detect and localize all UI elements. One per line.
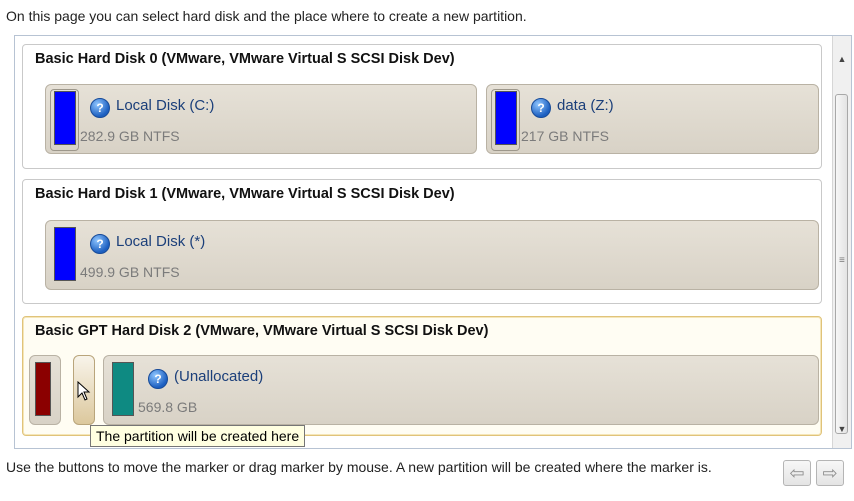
partition-label: data (Z:) [557, 97, 614, 114]
arrow-right-icon: ⇨ [822, 463, 838, 483]
new-partition-marker[interactable] [73, 355, 95, 425]
partition-size: 282.9 GB NTFS [80, 128, 180, 144]
scroll-thumb[interactable]: ≡ [835, 94, 848, 434]
disk-panel-2[interactable]: Basic GPT Hard Disk 2 (VMware, VMware Vi… [22, 316, 822, 436]
help-icon[interactable]: ? [531, 98, 551, 118]
partition-size: 569.8 GB [138, 399, 198, 415]
partition-color-strip [54, 91, 76, 145]
arrow-left-icon: ⇦ [789, 463, 805, 483]
vertical-scrollbar[interactable]: ▲ ≡ ▼ [832, 36, 851, 448]
partition-color-strip [495, 91, 517, 145]
move-marker-right-button[interactable]: ⇨ [816, 460, 844, 486]
partition-size: 217 GB NTFS [521, 128, 609, 144]
mouse-pointer-icon [77, 381, 91, 401]
partition-color-strip [35, 362, 51, 416]
bottom-instruction: Use the buttons to move the marker or dr… [6, 459, 712, 475]
help-icon[interactable]: ? [90, 98, 110, 118]
partition-size: 499.9 GB NTFS [80, 264, 180, 280]
partition-local[interactable]: ? Local Disk (*) 499.9 GB NTFS [45, 220, 819, 290]
partition-label: (Unallocated) [174, 368, 264, 385]
partition-z[interactable]: ? data (Z:) 217 GB NTFS [486, 84, 819, 154]
scroll-up-arrow-icon[interactable]: ▲ [833, 50, 851, 68]
disk-panel-1[interactable]: Basic Hard Disk 1 (VMware, VMware Virtua… [22, 179, 822, 304]
partition-reserved[interactable] [29, 355, 61, 425]
help-icon[interactable]: ? [148, 369, 168, 389]
disk-panel-0[interactable]: Basic Hard Disk 0 (VMware, VMware Virtua… [22, 44, 822, 169]
top-instruction: On this page you can select hard disk an… [6, 8, 527, 24]
disk-title: Basic GPT Hard Disk 2 (VMware, VMware Vi… [35, 323, 489, 339]
disk-list[interactable]: Basic Hard Disk 0 (VMware, VMware Virtua… [14, 35, 852, 449]
disk-title: Basic Hard Disk 1 (VMware, VMware Virtua… [35, 186, 455, 202]
disk-title: Basic Hard Disk 0 (VMware, VMware Virtua… [35, 51, 455, 67]
help-icon[interactable]: ? [90, 234, 110, 254]
partition-color-strip [112, 362, 134, 416]
thumb-grip-icon: ≡ [839, 255, 845, 266]
partition-color-strip [54, 227, 76, 281]
partition-unallocated[interactable]: ? (Unallocated) 569.8 GB [103, 355, 819, 425]
move-marker-left-button[interactable]: ⇦ [783, 460, 811, 486]
partition-c[interactable]: ? Local Disk (C:) 282.9 GB NTFS [45, 84, 477, 154]
tooltip: The partition will be created here [90, 425, 306, 447]
partition-label: Local Disk (*) [116, 233, 206, 250]
scroll-down-arrow-icon[interactable]: ▼ [833, 420, 851, 438]
partition-label: Local Disk (C:) [116, 97, 215, 114]
